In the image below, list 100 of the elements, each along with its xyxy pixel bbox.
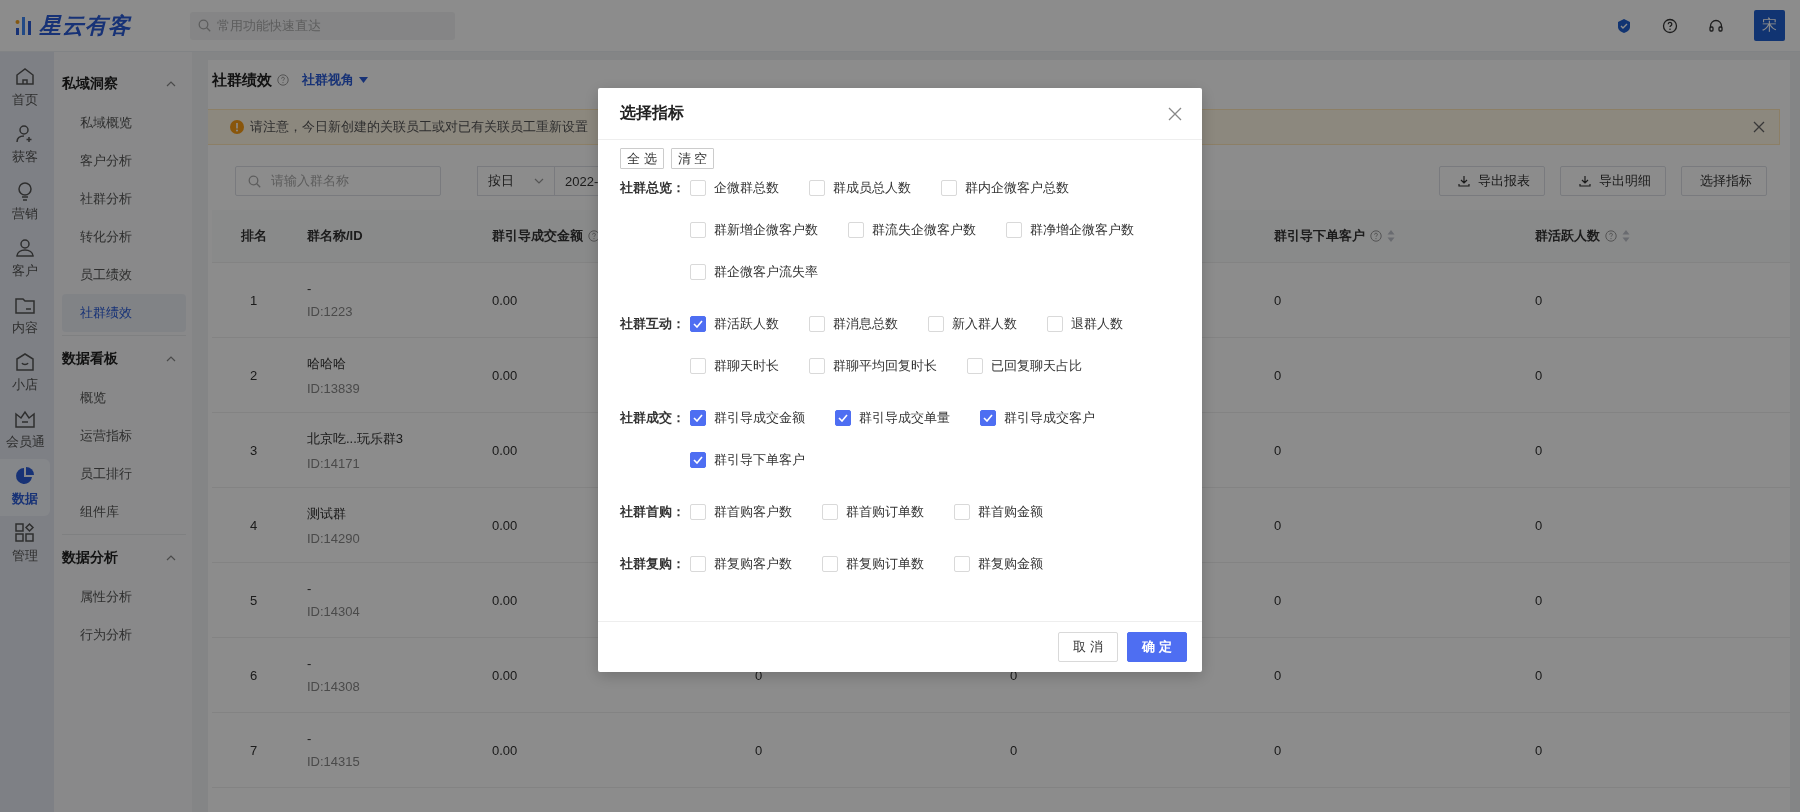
checkbox[interactable] bbox=[690, 316, 706, 332]
nav-rail-item[interactable]: 营销 bbox=[0, 174, 50, 231]
nav-menu-item[interactable]: 转化分析 bbox=[62, 218, 186, 256]
checkbox[interactable] bbox=[980, 410, 996, 426]
group-name: 哈哈哈 bbox=[307, 354, 347, 373]
nav-menu-item[interactable]: 运营指标 bbox=[62, 417, 186, 455]
nav-menu-item[interactable]: 行为分析 bbox=[62, 616, 186, 654]
rank-cell: 4 bbox=[249, 517, 258, 533]
app-logo-text: 星云有客 bbox=[39, 11, 131, 40]
nav-menu-item[interactable]: 员工绩效 bbox=[62, 256, 186, 294]
download-icon bbox=[1458, 175, 1470, 187]
checkbox[interactable] bbox=[690, 410, 706, 426]
column-header-text: 排名 bbox=[240, 227, 267, 245]
metric-group-label: 社群首购： bbox=[620, 503, 686, 521]
logo-icon bbox=[15, 15, 33, 36]
toolbar-button[interactable]: 选择指标 bbox=[1681, 166, 1767, 196]
nav-rail-item[interactable]: 小店 bbox=[0, 345, 50, 402]
group-name: 北京吃...玩乐群3 bbox=[307, 429, 405, 448]
nav-rail-item[interactable]: 管理 bbox=[0, 516, 50, 573]
checkbox-label: 退群人数 bbox=[1071, 315, 1123, 333]
checkbox-label: 群净增企微客户数 bbox=[1030, 221, 1134, 239]
nav-menu-item[interactable]: 概览 bbox=[62, 379, 186, 417]
close-icon[interactable] bbox=[1168, 106, 1182, 121]
help-icon[interactable] bbox=[1662, 17, 1678, 34]
checkbox-label: 群活跃人数 bbox=[714, 315, 779, 333]
nav-rail-item[interactable]: 客户 bbox=[0, 231, 50, 288]
checkbox-label: 群复购金额 bbox=[978, 555, 1043, 573]
toolbar-button[interactable]: 导出明细 bbox=[1560, 166, 1666, 196]
nav-rail-item[interactable]: 内容 bbox=[0, 288, 50, 345]
warning-icon bbox=[230, 120, 244, 134]
nav-group-title: 数据分析 bbox=[62, 549, 118, 567]
nav-menu-item[interactable]: 社群分析 bbox=[62, 180, 186, 218]
user-avatar[interactable]: 宋 bbox=[1754, 10, 1785, 41]
checkbox-label: 新入群人数 bbox=[952, 315, 1017, 333]
checkbox[interactable] bbox=[835, 410, 851, 426]
table-cell-text: 0 bbox=[1535, 367, 1544, 383]
notice-text: 请注意，今日新创建的关联员工或对已有关联员工重新设置 bbox=[250, 118, 589, 136]
column-header-text: 群引导下单客户 bbox=[1274, 227, 1365, 245]
table-cell-text: 0 bbox=[1274, 367, 1283, 383]
group-id: ID:14171 bbox=[307, 455, 361, 471]
nav-menu-item[interactable]: 客户分析 bbox=[62, 142, 186, 180]
group-id: ID:1223 bbox=[307, 304, 354, 319]
checkbox-label: 群引导成交金额 bbox=[714, 409, 805, 427]
caret-icon[interactable] bbox=[166, 356, 176, 362]
shield-icon[interactable] bbox=[1616, 17, 1632, 34]
checkbox-label: 群成员总人数 bbox=[833, 179, 911, 197]
table-cell-text: 0.00 bbox=[492, 367, 519, 383]
close-icon[interactable] bbox=[1753, 121, 1765, 133]
table-cell-text: 0.00 bbox=[492, 442, 519, 458]
download-icon bbox=[1579, 175, 1591, 187]
group-id: ID:13839 bbox=[307, 380, 361, 396]
caret-icon[interactable] bbox=[166, 555, 176, 561]
search-icon bbox=[248, 174, 261, 188]
headset-icon[interactable] bbox=[1708, 17, 1724, 34]
check-icon bbox=[838, 414, 848, 422]
checkbox-label: 群首购金额 bbox=[978, 503, 1043, 521]
checkbox-label: 群内企微客户总数 bbox=[965, 179, 1069, 197]
table-cell-text: 0 bbox=[1274, 517, 1283, 533]
nav-rail-item[interactable]: 数据 bbox=[0, 459, 50, 516]
checkbox-label: 企微群总数 bbox=[714, 179, 779, 197]
table-cell-text: 0 bbox=[1274, 592, 1283, 608]
sort-icon[interactable] bbox=[1622, 230, 1630, 242]
checkbox[interactable] bbox=[690, 452, 706, 468]
nav-rail-item[interactable]: 会员通 bbox=[0, 402, 50, 459]
sort-icon[interactable] bbox=[1387, 230, 1395, 242]
checkbox-label: 群消息总数 bbox=[833, 315, 898, 333]
nav-rail-item[interactable]: 首页 bbox=[0, 60, 50, 117]
nav-group-title: 私域洞察 bbox=[62, 75, 118, 93]
checkbox-label: 群引导下单客户 bbox=[714, 451, 805, 469]
rank-cell: 2 bbox=[249, 367, 258, 383]
nav-menu-item[interactable]: 员工排行 bbox=[62, 455, 186, 493]
chevron-down-icon bbox=[534, 178, 544, 184]
cancel-button[interactable]: 取 消 bbox=[1058, 632, 1118, 662]
help-icon bbox=[277, 74, 289, 86]
group-id: ID:14304 bbox=[307, 604, 361, 619]
rank-cell: 6 bbox=[249, 667, 258, 683]
search-icon bbox=[198, 19, 211, 32]
table-cell-text: 0 bbox=[1535, 742, 1544, 758]
view-switch-dropdown[interactable]: 社群视角 bbox=[302, 71, 368, 89]
checkbox-label: 群首购订单数 bbox=[846, 503, 924, 521]
table-cell-text: 0 bbox=[1535, 292, 1544, 308]
group-name: - bbox=[307, 656, 313, 671]
nav-rail-item[interactable]: 获客 bbox=[0, 117, 50, 174]
metric-group-label: 社群互动： bbox=[620, 315, 686, 333]
group-name: - bbox=[307, 731, 313, 746]
nav-menu-item[interactable]: 属性分析 bbox=[62, 578, 186, 616]
select-all-button[interactable]: 全 选 bbox=[620, 148, 664, 169]
caret-icon[interactable] bbox=[166, 81, 176, 87]
checkbox-label: 群引导成交单量 bbox=[859, 409, 950, 427]
confirm-button[interactable]: 确 定 bbox=[1127, 632, 1187, 662]
period-select[interactable]: 按日 bbox=[477, 166, 555, 196]
toolbar-button[interactable]: 导出报表 bbox=[1439, 166, 1545, 196]
nav-menu-item[interactable]: 组件库 bbox=[62, 493, 186, 531]
checkbox-label: 群复购客户数 bbox=[714, 555, 792, 573]
clear-button[interactable]: 清 空 bbox=[670, 148, 715, 169]
table-cell-text: 0 bbox=[1274, 667, 1283, 683]
checkbox-label: 群聊平均回复时长 bbox=[833, 357, 937, 375]
nav-menu-item[interactable]: 私域概览 bbox=[62, 104, 186, 142]
checkbox-label: 群新增企微客户数 bbox=[714, 221, 818, 239]
nav-menu-item[interactable]: 社群绩效 bbox=[62, 294, 186, 332]
